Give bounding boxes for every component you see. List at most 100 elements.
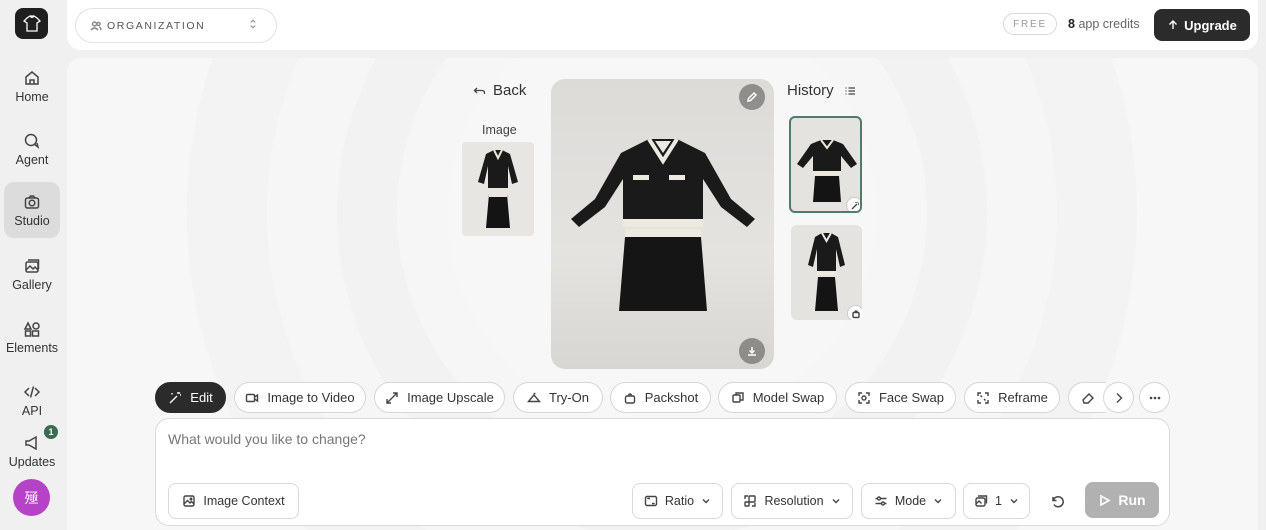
outfit-image [478,149,518,228]
edit-image-button[interactable] [739,84,765,110]
image-context-button[interactable]: Image Context [168,483,299,519]
chevron-down-icon [1010,499,1018,504]
bag-icon [624,392,635,404]
studio-panel: Back Image History Edit Image to Video I… [67,58,1258,530]
app-logo-icon[interactable] [15,8,48,39]
eraser-icon [1082,392,1094,404]
resolution-label: Resolution [764,494,824,508]
chat-icon [24,133,40,149]
history-header: History [787,82,856,99]
arrow-up-icon [1169,20,1178,29]
credits-text: 8 app credits [1068,17,1140,31]
top-bar: ORGANIZATION FREE 8 app credits Upgrade [67,0,1258,50]
nav-gallery[interactable]: Gallery [4,246,60,302]
count-value: 1 [995,494,1002,508]
nav-home-label: Home [15,89,49,104]
count-select[interactable]: 1 [963,483,1030,519]
edit-type-badge [846,197,860,211]
reframe-icon [977,391,989,404]
reset-button[interactable] [1046,490,1068,512]
organization-label: ORGANIZATION [107,19,206,32]
tool-edit[interactable]: Edit [155,382,226,413]
chevron-down-icon [934,499,942,504]
nav-studio-label: Studio [14,213,50,228]
face-scan-icon [858,391,870,404]
resolution-icon [744,495,757,507]
tool-image-upscale-label: Image Upscale [407,390,494,405]
magic-wand-icon [851,201,859,209]
tool-try-on-label: Try-On [549,390,589,405]
sidebar: Home Agent Studio Gallery Elements API U… [0,0,64,530]
magic-wand-icon [169,391,182,403]
upgrade-button[interactable]: Upgrade [1154,9,1250,41]
tool-reframe[interactable]: Reframe [964,382,1060,413]
more-horizontal-icon [1149,396,1160,399]
gallery-icon [25,258,40,273]
main-image-preview[interactable] [551,79,774,369]
credits-suffix: app credits [1078,17,1140,31]
resolution-select[interactable]: Resolution [731,483,853,519]
tool-face-swap-label: Face Swap [878,390,945,405]
tool-eraser-partial[interactable] [1068,382,1106,413]
tool-packshot[interactable]: Packshot [610,382,711,413]
updates-badge: 1 [44,425,58,439]
plan-badge: FREE [1003,13,1057,35]
tool-edit-label: Edit [190,390,213,405]
camera-icon [24,194,40,209]
chevron-updown-icon [250,19,256,29]
packshot-type-badge [847,305,862,320]
tool-face-swap[interactable]: Face Swap [845,382,956,413]
nav-studio[interactable]: Studio [4,182,60,238]
nav-elements[interactable]: Elements [4,309,60,365]
prompt-box: Image Context Ratio Resolution Mode 1 Ru [155,418,1170,526]
source-image-label: Image [482,123,517,137]
mode-select[interactable]: Mode [861,483,956,519]
history-item[interactable] [789,116,862,213]
code-icon [23,385,41,398]
chevron-down-icon [832,499,840,504]
chevron-down-icon [702,499,710,504]
nav-api[interactable]: API [4,372,60,428]
tool-try-on[interactable]: Try-On [513,382,603,413]
megaphone-icon [25,435,37,450]
back-button[interactable]: Back [473,82,526,99]
source-image-thumbnail[interactable] [462,142,534,236]
outfit-image [571,137,755,311]
tool-model-swap[interactable]: Model Swap [718,382,837,413]
download-icon [748,347,756,356]
history-label: History [787,82,834,99]
prompt-input[interactable] [168,431,1148,447]
download-button[interactable] [739,338,765,364]
users-icon [90,20,102,30]
bag-icon [851,309,860,318]
tool-reframe-label: Reframe [998,390,1048,405]
nav-updates-label: Updates [8,454,56,469]
nav-home[interactable]: Home [4,58,60,114]
image-context-label: Image Context [203,494,285,508]
aspect-ratio-icon [644,495,658,507]
ratio-label: Ratio [664,494,695,508]
tool-image-upscale[interactable]: Image Upscale [374,382,505,413]
tool-model-swap-label: Model Swap [752,390,825,405]
image-icon [183,495,196,507]
tool-image-to-video[interactable]: Image to Video [234,382,366,413]
nav-agent[interactable]: Agent [4,121,60,177]
tool-packshot-label: Packshot [644,390,699,405]
run-button[interactable]: Run [1085,482,1159,518]
list-icon[interactable] [844,85,856,97]
nav-gallery-label: Gallery [12,277,52,292]
home-icon [25,70,39,85]
tools-scroll-right-button[interactable] [1103,382,1134,413]
ratio-select[interactable]: Ratio [632,483,723,519]
tool-image-to-video-label: Image to Video [267,390,355,405]
swap-icon [732,391,744,403]
tools-more-button[interactable] [1139,382,1170,413]
back-arrow-icon [473,87,486,94]
back-label: Back [493,82,527,99]
nav-updates[interactable]: Updates 1 [4,423,60,479]
organization-select[interactable]: ORGANIZATION [75,8,277,43]
history-item[interactable] [791,225,862,320]
mode-label: Mode [894,494,927,508]
shapes-icon [23,320,40,337]
avatar[interactable]: 殛 [13,479,50,516]
